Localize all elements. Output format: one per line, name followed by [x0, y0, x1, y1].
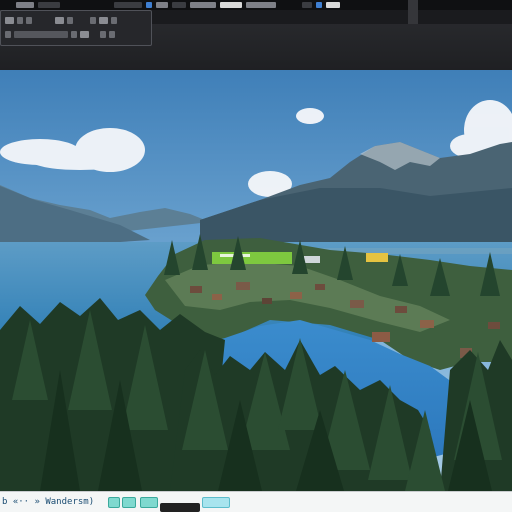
status-layer-button[interactable] — [122, 497, 136, 508]
paint-tool-icon[interactable] — [55, 16, 64, 24]
scene-label-green[interactable] — [212, 252, 292, 264]
status-toggle-button[interactable] — [108, 497, 120, 508]
snap-icon[interactable] — [109, 30, 115, 38]
property-panel-header — [150, 10, 512, 24]
raise-tool-icon[interactable] — [67, 16, 73, 24]
status-progress-bar — [160, 503, 200, 512]
tool-palette — [0, 10, 152, 46]
settings-icon[interactable] — [326, 1, 340, 8]
camera-icon[interactable] — [302, 1, 312, 8]
tool-palette-row-1 — [5, 16, 149, 24]
mode-tab[interactable] — [220, 1, 242, 8]
scene-label-yellow[interactable] — [366, 253, 388, 262]
zoom-icon[interactable] — [71, 30, 77, 38]
undo-icon[interactable] — [5, 30, 11, 38]
scene-viewport[interactable] — [0, 70, 512, 491]
menu-icon[interactable] — [16, 1, 34, 8]
scene-render — [0, 70, 512, 491]
status-mode-button[interactable] — [140, 497, 158, 508]
smooth-tool-icon[interactable] — [90, 16, 96, 24]
move-tool-icon[interactable] — [17, 16, 23, 24]
foliage-tool-icon[interactable] — [111, 16, 117, 24]
status-text: b «·· » Wandersm) — [2, 497, 95, 507]
tool-palette-row-2 — [5, 30, 149, 38]
rotate-tool-icon[interactable] — [26, 16, 32, 24]
brush-size-slider[interactable] — [14, 30, 68, 38]
view-tab[interactable] — [246, 1, 276, 8]
object-list-tab[interactable] — [190, 1, 216, 8]
editor-toolbar — [0, 0, 512, 71]
select-tool-icon[interactable] — [5, 16, 14, 24]
water-tool-icon[interactable] — [99, 16, 108, 24]
brush-icon[interactable] — [156, 1, 168, 8]
toolbar-group-icon[interactable] — [114, 1, 142, 8]
info-icon[interactable] — [316, 1, 322, 8]
status-info-button[interactable] — [202, 497, 230, 508]
lock-icon[interactable] — [80, 30, 89, 38]
file-tab[interactable] — [38, 1, 60, 8]
toolbar-top-row — [0, 0, 512, 9]
grid-icon[interactable] — [100, 30, 106, 38]
status-bar: b «·· » Wandersm) — [0, 491, 512, 512]
scene-label-gray[interactable] — [304, 256, 320, 263]
panel-grip-handle[interactable] — [408, 0, 418, 24]
terrain-icon[interactable] — [172, 1, 186, 8]
layer-icon[interactable] — [146, 1, 152, 8]
